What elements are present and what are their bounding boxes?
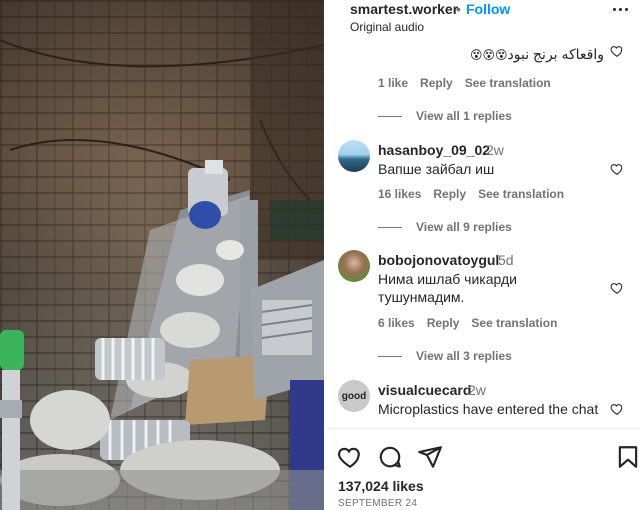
comment-timestamp[interactable]: 2w <box>486 142 504 158</box>
actions-divider <box>324 428 639 429</box>
bookmark-icon[interactable] <box>615 444 639 470</box>
view-replies-button[interactable]: View all 9 replies <box>378 220 512 234</box>
post-video[interactable] <box>0 0 324 510</box>
comment-like-heart-icon[interactable] <box>610 402 624 416</box>
replies-divider-line <box>378 115 402 117</box>
comments-list[interactable]: واقعاکه برنج نبود😵😵😵 1 like Reply See tran… <box>324 40 639 428</box>
view-replies-label: View all 3 replies <box>416 349 512 363</box>
comment-meta: 16 likes Reply See translation <box>378 187 576 201</box>
avatar[interactable] <box>338 250 370 282</box>
post-date[interactable]: SEPTEMBER 24 <box>338 498 417 509</box>
comment-timestamp[interactable]: 2w <box>468 382 486 398</box>
machine-scene <box>0 0 324 510</box>
action-bar <box>324 440 639 476</box>
comment-text: Microplastics have entered the chat <box>378 401 599 417</box>
comment-like-heart-icon[interactable] <box>610 44 624 58</box>
comment-text-content: واقعاکه برنج نبود <box>507 46 604 62</box>
see-translation-button[interactable]: See translation <box>478 187 564 201</box>
comment-icon[interactable] <box>377 444 403 470</box>
avatar[interactable] <box>338 140 370 172</box>
reply-button[interactable]: Reply <box>427 316 460 330</box>
comment-timestamp[interactable]: 5d <box>498 252 514 268</box>
avatar[interactable]: good <box>338 380 370 412</box>
reply-button[interactable]: Reply <box>433 187 466 201</box>
heart-icon[interactable] <box>337 444 363 470</box>
comment-text: واقعاکه برنج نبود😵😵😵 <box>470 45 604 64</box>
replies-divider-line <box>378 355 402 357</box>
header-separator: • <box>456 1 461 17</box>
view-replies-label: View all 1 replies <box>416 109 512 123</box>
comment-username[interactable]: hasanboy_09_02 <box>378 142 490 158</box>
post-panel: smartest.worker • Follow Original audio … <box>324 0 639 510</box>
reply-button[interactable]: Reply <box>420 76 453 90</box>
comment-likes[interactable]: 6 likes <box>378 316 415 330</box>
comment-username[interactable]: bobojonovatoygul <box>378 252 499 268</box>
comment-text: Вапше зайбал иш <box>378 161 495 177</box>
comment-meta: 6 likes Reply See translation <box>378 316 569 330</box>
view-replies-button[interactable]: View all 3 replies <box>378 349 512 363</box>
comment-emojis: 😵😵😵 <box>470 48 508 62</box>
more-options-icon[interactable] <box>608 2 632 16</box>
post-author-username[interactable]: smartest.worker <box>350 1 458 17</box>
comment-text-line-1: Нима ишлаб чикарди <box>378 271 517 287</box>
see-translation-button[interactable]: See translation <box>465 76 551 90</box>
follow-button[interactable]: Follow <box>466 1 510 17</box>
comment-meta: 1 like Reply See translation <box>378 76 563 90</box>
comment-like-heart-icon[interactable] <box>610 162 624 176</box>
comment-likes[interactable]: 1 like <box>378 76 408 90</box>
replies-divider-line <box>378 226 402 228</box>
comment-text-line-2: тушунмадим. <box>378 289 465 305</box>
view-replies-label: View all 9 replies <box>416 220 512 234</box>
post-header: smartest.worker • Follow Original audio <box>324 0 639 40</box>
comment-likes[interactable]: 16 likes <box>378 187 421 201</box>
see-translation-button[interactable]: See translation <box>471 316 557 330</box>
share-icon[interactable] <box>417 444 443 470</box>
view-replies-button[interactable]: View all 1 replies <box>378 109 512 123</box>
comment-like-heart-icon[interactable] <box>610 281 624 295</box>
comment-username[interactable]: visualcuecard <box>378 382 471 398</box>
post-likes-count[interactable]: 137,024 likes <box>338 478 424 494</box>
audio-label[interactable]: Original audio <box>350 20 424 34</box>
avatar-text: good <box>341 390 367 402</box>
